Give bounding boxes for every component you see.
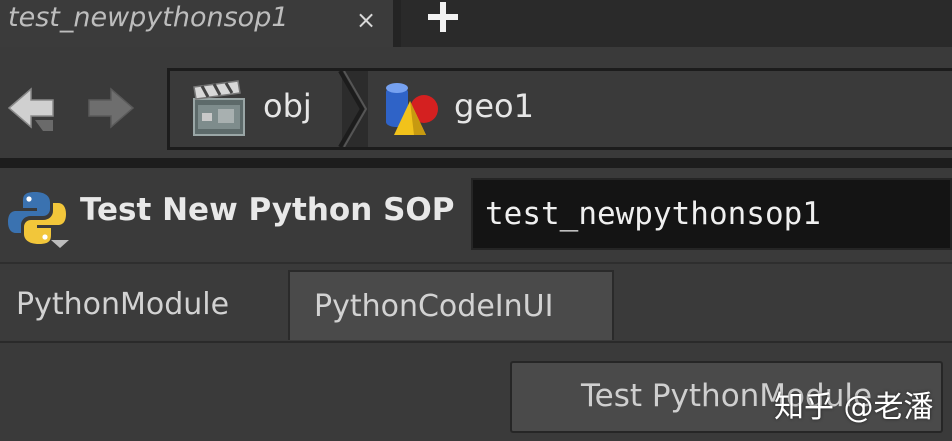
new-tab-icon[interactable]: [425, 0, 461, 36]
pane-tab-title: test_newpythonsop1: [8, 2, 289, 33]
chevron-right-shape: [338, 69, 368, 149]
path-crumb-geo1[interactable]: geo1: [368, 71, 952, 147]
node-name-field[interactable]: [471, 178, 952, 250]
operator-type-label: Test New Python SOP: [80, 192, 455, 228]
tab-python-code-in-ui[interactable]: PythonCodeInUI: [288, 270, 614, 340]
geometry-shapes-icon: [380, 79, 442, 139]
path-crumb-label: obj: [263, 87, 312, 125]
houdini-parameter-pane: test_newpythonsop1 × obj geo1 Test New P…: [0, 0, 952, 441]
forward-arrow-icon[interactable]: [85, 83, 137, 133]
forward-arrow-shape: [88, 87, 135, 129]
pane-tab-strip: test_newpythonsop1 ×: [0, 0, 952, 47]
pane-tab[interactable]: test_newpythonsop1 ×: [0, 0, 393, 47]
back-arrow-shape: [7, 87, 54, 131]
clapperboard-shape: [193, 80, 245, 136]
path-crumb-label: geo1: [454, 87, 534, 125]
parameter-folder-tabs: PythonModule PythonCodeInUI: [0, 262, 952, 342]
geometry-shapes-shape: [386, 83, 438, 135]
plus-icon-bar-vertical: [440, 2, 446, 32]
tab-separator: [393, 0, 401, 47]
path-separator-chevron-icon: [338, 69, 368, 149]
section-divider: [0, 158, 952, 168]
back-arrow-icon[interactable]: [5, 83, 65, 133]
tab-python-module[interactable]: PythonModule: [0, 270, 288, 340]
python-logo-icon[interactable]: [5, 188, 71, 248]
path-crumb-obj[interactable]: obj: [170, 71, 342, 147]
watermark-text: 知乎 @老潘: [774, 390, 934, 425]
python-logo-shape: [8, 192, 69, 248]
navigation-row: obj geo1: [0, 58, 952, 158]
parameter-header-row: Test New Python SOP: [0, 168, 952, 260]
clapperboard-icon: [188, 79, 248, 139]
close-icon[interactable]: ×: [356, 6, 376, 34]
network-path-bar: obj geo1: [167, 68, 952, 150]
